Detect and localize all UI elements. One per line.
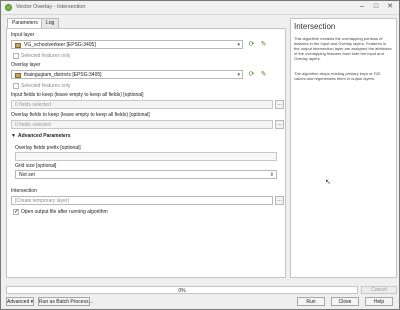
input-fields-field[interactable]: 0 fields selected (11, 100, 273, 109)
input-selected-only-checkbox[interactable] (13, 53, 19, 59)
advanced-parameters-header[interactable]: Advanced Parameters (18, 133, 71, 139)
collapse-arrow-icon[interactable]: ▼ (11, 133, 16, 139)
tab-log[interactable]: Log (41, 18, 60, 28)
help-description: This algorithm extracts the overlapping … (294, 36, 392, 61)
qgis-logo-icon (5, 4, 12, 11)
overlay-selected-only-label: Selected features only (21, 83, 71, 89)
wrench-icon[interactable]: ✎ (259, 40, 268, 49)
progress-text: 0% (178, 288, 186, 294)
chevron-down-icon: ▾ (30, 299, 34, 305)
input-fields-browse-button[interactable]: … (275, 100, 284, 109)
chevron-down-icon: ▾ (237, 42, 240, 48)
intersection-output-field[interactable]: [Create temporary layer] (11, 196, 273, 205)
window-title: Vector Overlay - Intersection (16, 4, 86, 10)
polygon-layer-icon (15, 42, 21, 48)
chevron-down-icon: ▾ (237, 72, 240, 78)
overlay-layer-label: Overlay layer (11, 62, 41, 68)
dialog-window: Vector Overlay - Intersection – □ ✕ Para… (0, 0, 400, 310)
help-button[interactable]: Help (365, 297, 393, 306)
open-output-label: Open output file after running algorithm (21, 209, 108, 215)
close-window-button[interactable]: ✕ (383, 1, 397, 13)
title-bar: Vector Overlay - Intersection – □ ✕ (1, 1, 399, 15)
input-fields-label: Input fields to keep (leave empty to kee… (11, 92, 144, 98)
input-layer-value: VG_schoolverkeer [EPSG:3405] (24, 42, 96, 48)
overlay-fields-value: 0 fields selected (15, 122, 51, 128)
overlay-prefix-label: Overlay fields prefix [optional] (15, 145, 81, 151)
grid-size-value: Not set (19, 172, 35, 178)
intersection-output-value: [Create temporary layer] (15, 198, 69, 204)
overlay-fields-browse-button[interactable]: … (275, 120, 284, 129)
overlay-fields-field[interactable]: 0 fields selected (11, 120, 273, 129)
input-fields-value: 0 fields selected (15, 102, 51, 108)
progress-bar: 0% (6, 286, 358, 294)
advanced-button[interactable]: Advanced ▾ (6, 297, 34, 306)
input-layer-select[interactable]: VG_schoolverkeer [EPSG:3405] ▾ (11, 40, 243, 49)
intersection-output-label: Intersection (11, 188, 37, 194)
polygon-layer-icon (15, 72, 21, 78)
input-selected-only-label: Selected features only (21, 53, 71, 59)
overlay-prefix-input[interactable] (15, 152, 277, 161)
maximize-button[interactable]: □ (369, 1, 383, 13)
grid-size-label: Grid size [optional] (15, 163, 57, 169)
overlay-layer-value: thaingugiam_districts [EPSG:3405] (24, 72, 102, 78)
grid-size-spinbox[interactable]: Not set ⇕ (15, 170, 277, 179)
overlay-fields-label: Overlay fields to keep (leave empty to k… (11, 112, 150, 118)
cancel-button[interactable]: Cancel (361, 286, 397, 294)
iterate-icon[interactable]: ⟳ (247, 40, 256, 49)
run-button[interactable]: Run (297, 297, 325, 306)
iterate-icon[interactable]: ⟳ (247, 70, 256, 79)
run-batch-button[interactable]: Run as Batch Process… (38, 297, 93, 306)
overlay-selected-only-checkbox[interactable] (13, 83, 19, 89)
spin-arrows-icon[interactable]: ⇕ (270, 172, 274, 178)
parameters-panel: Input layer VG_schoolverkeer [EPSG:3405]… (6, 28, 286, 278)
wrench-icon[interactable]: ✎ (259, 70, 268, 79)
help-title: Intersection (294, 22, 336, 31)
help-note: The algorithm drops existing primary key… (294, 71, 381, 81)
help-panel: Intersection This algorithm extracts the… (290, 18, 397, 278)
minimize-button[interactable]: – (355, 1, 369, 13)
overlay-layer-select[interactable]: thaingugiam_districts [EPSG:3405] ▾ (11, 70, 243, 79)
mouse-cursor-icon: ↖ (325, 179, 331, 186)
close-button[interactable]: Close (331, 297, 359, 306)
intersection-browse-button[interactable]: … (275, 196, 284, 205)
open-output-checkbox[interactable] (13, 208, 19, 215)
advanced-button-label: Advanced (7, 299, 30, 305)
input-layer-label: Input layer (11, 32, 35, 38)
